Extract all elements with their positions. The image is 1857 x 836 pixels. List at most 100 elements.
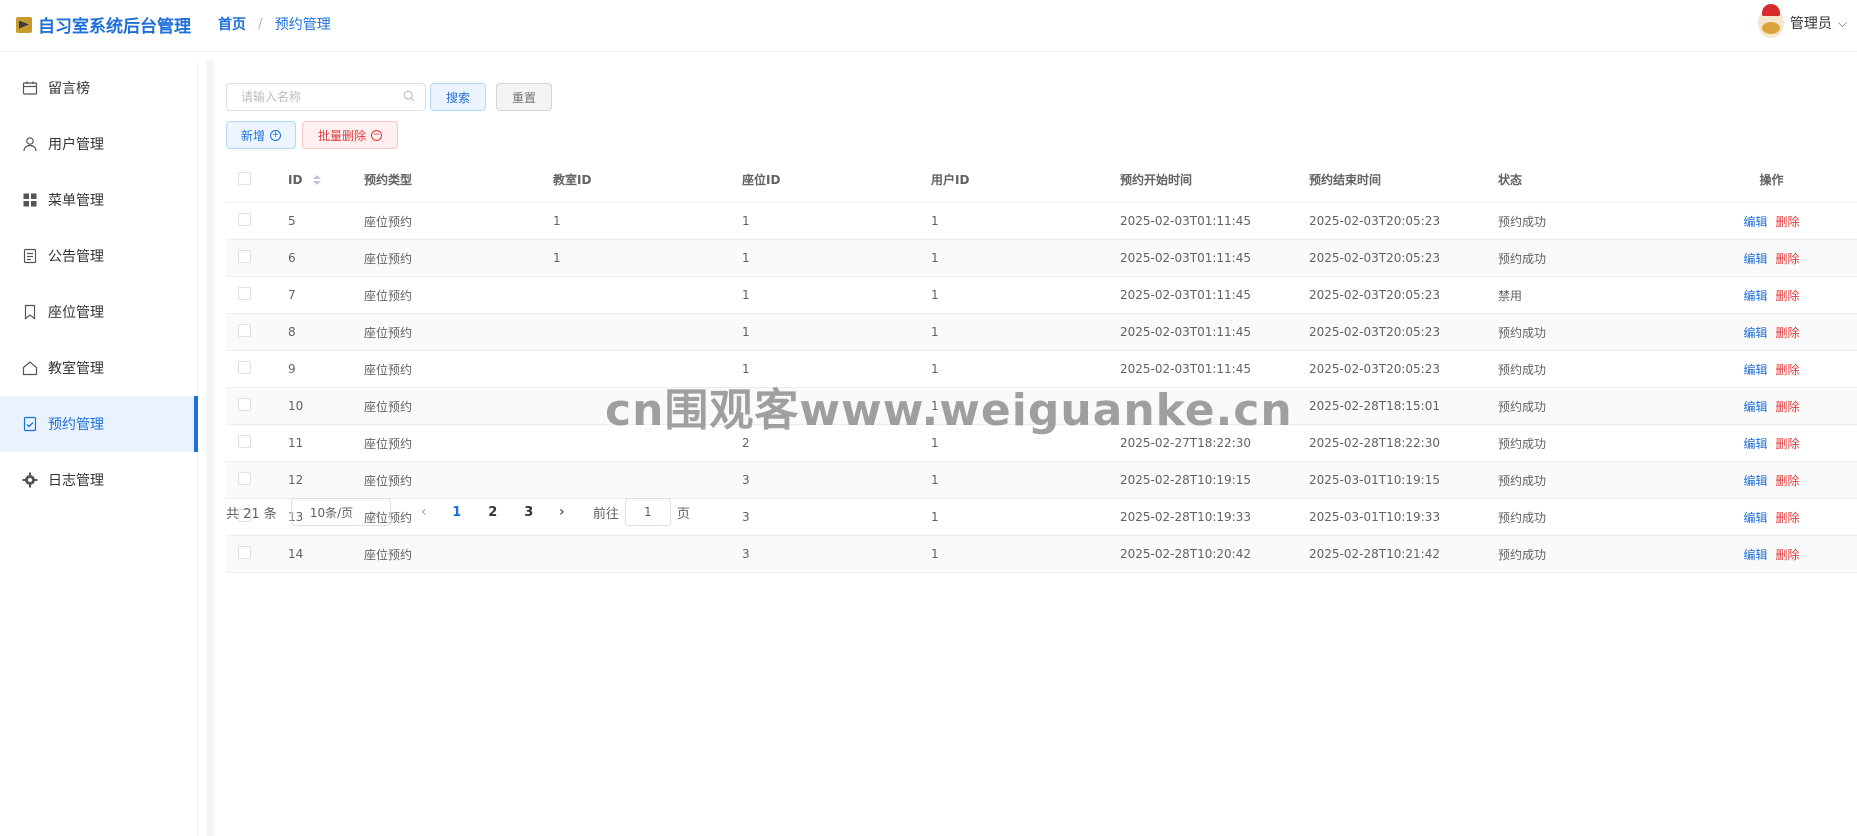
sidebar-item-label: 预约管理 bbox=[48, 417, 104, 433]
reset-button[interactable]: 重置 bbox=[496, 83, 552, 111]
cell-id: 11 bbox=[288, 436, 304, 450]
edit-button[interactable]: 编辑 bbox=[1743, 363, 1767, 377]
sidebar-item-messages[interactable]: 留言榜 bbox=[0, 60, 198, 116]
cell-id: 14 bbox=[288, 547, 304, 561]
sidebar-item-logs[interactable]: 日志管理 bbox=[0, 452, 198, 508]
cell-type: 座位预约 bbox=[364, 325, 413, 340]
column-header-user: 用户ID bbox=[931, 173, 970, 187]
page-jumper: 前往 页 bbox=[593, 498, 690, 526]
document-icon bbox=[22, 248, 38, 264]
breadcrumb: 首页 / 预约管理 bbox=[218, 14, 331, 34]
page-size-select[interactable]: 10条/页 ⌵ bbox=[290, 498, 391, 526]
edit-button[interactable]: 编辑 bbox=[1743, 474, 1767, 488]
cell-end-time: 2025-02-03T20:05:23 bbox=[1309, 251, 1440, 265]
row-checkbox[interactable] bbox=[238, 250, 251, 263]
cell-user: 1 bbox=[931, 214, 939, 228]
gear-icon bbox=[22, 472, 38, 488]
goto-page-input[interactable] bbox=[624, 498, 671, 526]
sidebar-item-label: 菜单管理 bbox=[48, 193, 104, 209]
sidebar-item-notices[interactable]: 公告管理 bbox=[0, 228, 198, 284]
page-1-button[interactable]: 1 bbox=[439, 505, 475, 520]
cell-start-time: 2025-02-03T01:11:45 bbox=[1120, 325, 1251, 339]
home-icon bbox=[22, 360, 38, 376]
cell-id: 6 bbox=[288, 251, 296, 265]
row-select-cell bbox=[226, 361, 278, 377]
sidebar-item-classrooms[interactable]: 教室管理 bbox=[0, 340, 198, 396]
delete-button[interactable]: 删除 bbox=[1776, 548, 1800, 562]
next-page-button[interactable]: › bbox=[547, 504, 577, 520]
search-button[interactable]: 搜索 bbox=[430, 83, 486, 111]
sidebar-item-label: 教室管理 bbox=[48, 361, 104, 377]
breadcrumb-home[interactable]: 首页 bbox=[218, 14, 246, 34]
cell-status: 预约成功 bbox=[1498, 510, 1547, 525]
column-header-start: 预约开始时间 bbox=[1120, 173, 1193, 187]
edit-button[interactable]: 编辑 bbox=[1743, 437, 1767, 451]
page-3-button[interactable]: 3 bbox=[511, 505, 547, 520]
cell-room: 1 bbox=[553, 251, 561, 265]
sidebar-item-reservations[interactable]: 预约管理 bbox=[0, 396, 198, 452]
edit-button[interactable]: 编辑 bbox=[1743, 511, 1767, 525]
sidebar-item-users[interactable]: 用户管理 bbox=[0, 116, 198, 172]
row-checkbox[interactable] bbox=[238, 472, 251, 485]
cell-user: 1 bbox=[931, 436, 939, 450]
delete-button[interactable]: 删除 bbox=[1776, 511, 1800, 525]
row-select-cell bbox=[226, 287, 278, 303]
sidebar: 留言榜 用户管理 菜单管理 公告管理 座位管理 教室管理 预约管理 日志管理 bbox=[0, 60, 198, 836]
edit-button[interactable]: 编辑 bbox=[1743, 400, 1767, 414]
app-logo[interactable]: 自习室系统后台管理 bbox=[16, 12, 191, 37]
cell-start-time: 2025-02-03T01:11:45 bbox=[1120, 362, 1251, 376]
delete-button[interactable]: 删除 bbox=[1776, 400, 1800, 414]
delete-button[interactable]: 删除 bbox=[1776, 289, 1800, 303]
add-button[interactable]: 新增 + bbox=[226, 121, 296, 149]
grid-icon bbox=[22, 192, 38, 208]
page-2-button[interactable]: 2 bbox=[475, 505, 511, 520]
edit-button[interactable]: 编辑 bbox=[1743, 252, 1767, 266]
sidebar-item-label: 日志管理 bbox=[48, 473, 104, 489]
delete-button[interactable]: 删除 bbox=[1776, 437, 1800, 451]
row-checkbox[interactable] bbox=[238, 361, 251, 374]
row-checkbox[interactable] bbox=[238, 287, 251, 300]
cell-status: 预约成功 bbox=[1498, 473, 1547, 488]
cell-end-time: 2025-02-03T20:05:23 bbox=[1309, 362, 1440, 376]
cell-start-time: 2025-02-28T10:19:33 bbox=[1120, 510, 1251, 524]
cell-status: 预约成功 bbox=[1498, 325, 1547, 340]
user-menu[interactable]: 管理员 ⌵ bbox=[1757, 4, 1847, 38]
row-checkbox[interactable] bbox=[238, 213, 251, 226]
cell-seat: 3 bbox=[742, 473, 750, 487]
delete-button[interactable]: 删除 bbox=[1776, 326, 1800, 340]
delete-button[interactable]: 删除 bbox=[1776, 363, 1800, 377]
row-checkbox[interactable] bbox=[238, 435, 251, 448]
edit-button[interactable]: 编辑 bbox=[1743, 548, 1767, 562]
table-row: 14 座位预约 3 1 2025-02-28T10:20:42 2025-02-28T10… bbox=[226, 536, 1857, 573]
prev-page-button[interactable]: ‹ bbox=[409, 504, 439, 520]
row-checkbox[interactable] bbox=[238, 324, 251, 337]
sort-icon[interactable] bbox=[312, 175, 321, 185]
delete-button[interactable]: 删除 bbox=[1776, 252, 1800, 266]
row-checkbox[interactable] bbox=[238, 546, 251, 559]
select-all-checkbox[interactable] bbox=[238, 171, 251, 185]
cell-status: 预约成功 bbox=[1498, 362, 1547, 377]
column-header-type: 预约类型 bbox=[364, 173, 413, 187]
cell-end-time: 2025-02-28T18:22:30 bbox=[1309, 436, 1440, 450]
breadcrumb-separator: / bbox=[258, 16, 263, 32]
batch-delete-button[interactable]: 批量删除 − bbox=[302, 121, 398, 149]
cell-user: 1 bbox=[931, 510, 939, 524]
cell-type: 座位预约 bbox=[364, 473, 413, 488]
sidebar-item-seats[interactable]: 座位管理 bbox=[0, 284, 198, 340]
row-checkbox[interactable] bbox=[238, 398, 251, 411]
cell-status: 预约成功 bbox=[1498, 436, 1547, 451]
search-input[interactable] bbox=[226, 83, 426, 111]
cell-seat: 1 bbox=[742, 214, 750, 228]
cell-end-time: 2025-02-28T10:21:42 bbox=[1309, 547, 1440, 561]
sidebar-item-menus[interactable]: 菜单管理 bbox=[0, 172, 198, 228]
edit-button[interactable]: 编辑 bbox=[1743, 289, 1767, 303]
column-header-id[interactable]: ID bbox=[278, 173, 354, 187]
edit-button[interactable]: 编辑 bbox=[1743, 326, 1767, 340]
cell-user: 1 bbox=[931, 325, 939, 339]
delete-button[interactable]: 删除 bbox=[1776, 215, 1800, 229]
table-row: 11 座位预约 2 1 2025-02-27T18:22:30 2025-02-28T18… bbox=[226, 425, 1857, 462]
batch-delete-label: 批量删除 bbox=[317, 128, 366, 143]
edit-button[interactable]: 编辑 bbox=[1743, 215, 1767, 229]
delete-button[interactable]: 删除 bbox=[1776, 474, 1800, 488]
cell-id: 7 bbox=[288, 288, 296, 302]
